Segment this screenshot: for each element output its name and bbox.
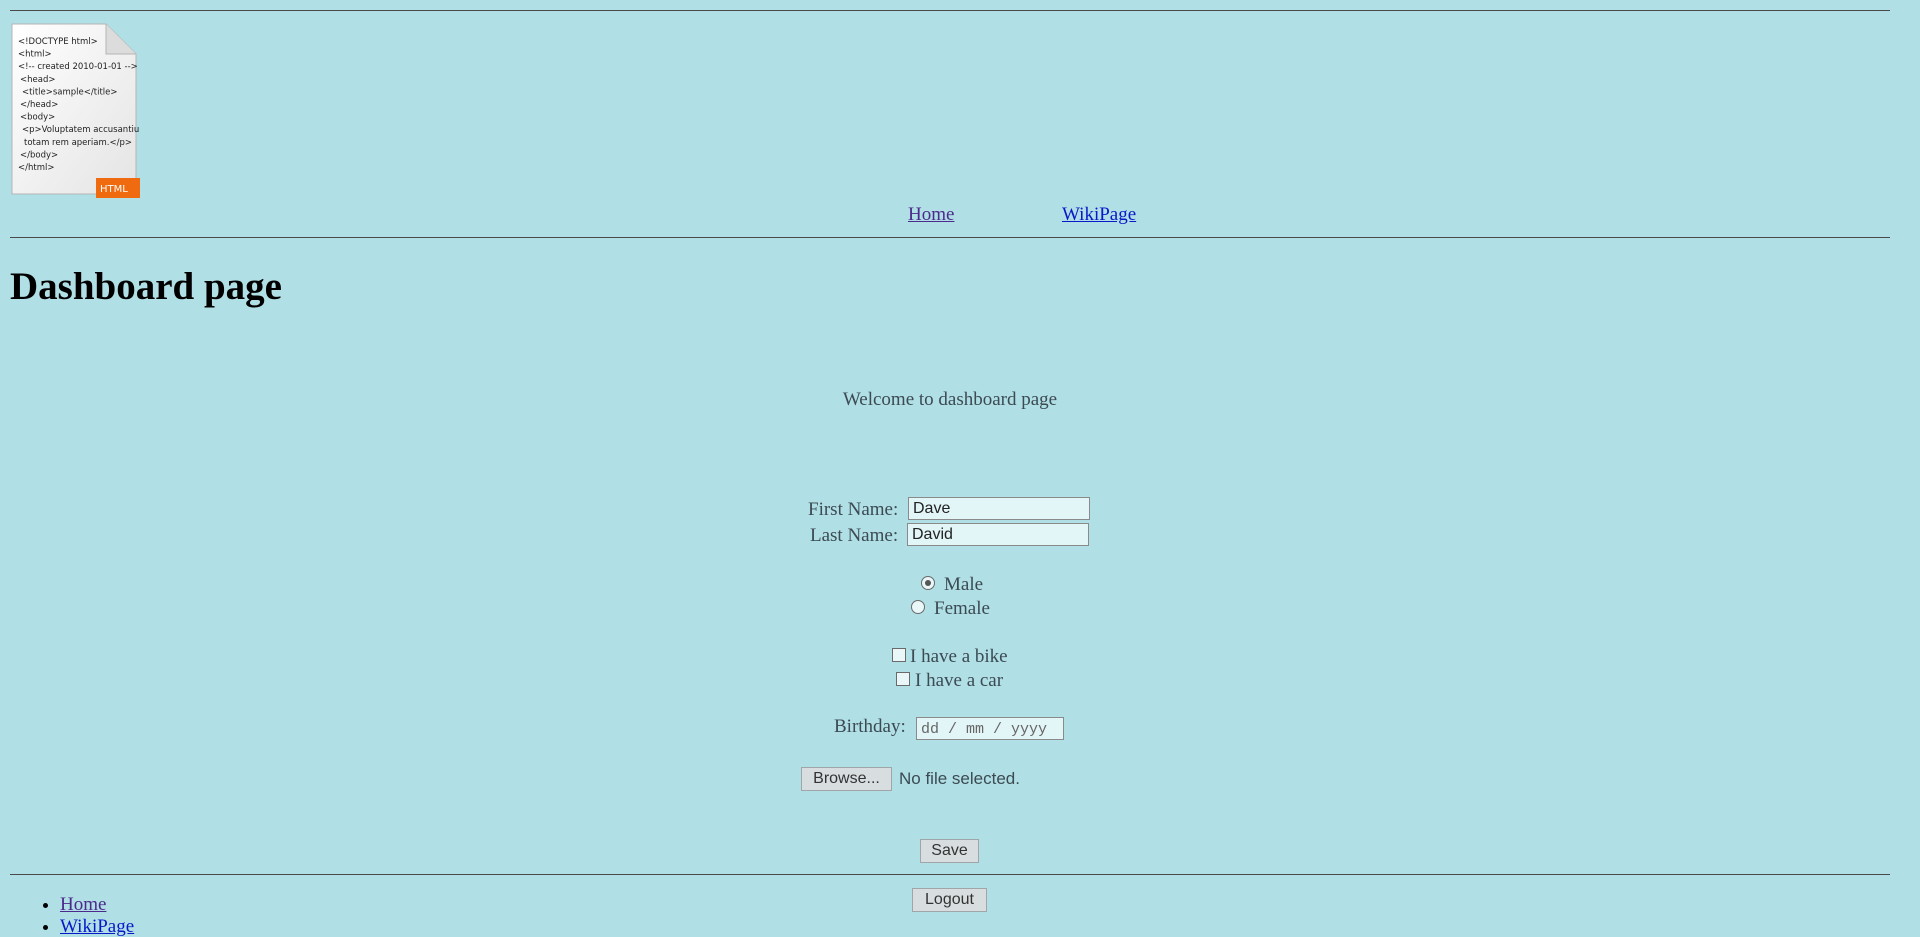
footer-home-link[interactable]: Home bbox=[60, 894, 106, 915]
logo-code-line: </html> bbox=[18, 163, 54, 173]
male-radio[interactable] bbox=[921, 576, 935, 590]
logo-code-line: <!-- created 2010-01-01 --> bbox=[18, 62, 138, 72]
footer-wikipage-link[interactable]: WikiPage bbox=[60, 916, 134, 937]
footer-list-item: WikiPage bbox=[60, 916, 134, 937]
top-divider bbox=[10, 10, 1890, 11]
logo-code-line: <title>sample</title> bbox=[22, 87, 118, 97]
page-title: Dashboard page bbox=[10, 265, 282, 308]
last-name-label: Last Name: bbox=[810, 525, 899, 546]
footer-link-list: Home WikiPage bbox=[20, 894, 134, 937]
female-label: Female bbox=[934, 598, 990, 619]
car-checkbox[interactable] bbox=[896, 672, 910, 686]
birthday-placeholder: dd / mm / yyyy bbox=[921, 721, 1048, 738]
logo-code-line: <html> bbox=[18, 50, 52, 60]
logo-code-line: <!DOCTYPE html> bbox=[18, 37, 98, 47]
female-radio[interactable] bbox=[911, 600, 925, 614]
birthday-label: Birthday: bbox=[834, 716, 906, 737]
birthday-input[interactable]: dd / mm / yyyy bbox=[916, 717, 1064, 740]
logo-code-line: </head> bbox=[20, 100, 58, 110]
first-name-input[interactable]: Dave bbox=[908, 497, 1090, 520]
logo-badge: HTML bbox=[100, 184, 128, 195]
logout-button[interactable]: Logout bbox=[912, 888, 987, 912]
first-name-label: First Name: bbox=[808, 499, 899, 520]
bike-label: I have a bike bbox=[910, 646, 1008, 667]
nav-wikipage-link[interactable]: WikiPage bbox=[1062, 204, 1136, 226]
html-file-logo: <!DOCTYPE html> <html> <!-- created 2010-0… bbox=[11, 23, 140, 198]
welcome-message: Welcome to dashboard page bbox=[842, 389, 1058, 410]
logo-code-line: <body> bbox=[20, 113, 55, 123]
logo-code-line: <p>Voluptatem accusantium bbox=[22, 125, 140, 135]
footer-divider bbox=[10, 874, 1890, 875]
nav-divider bbox=[10, 237, 1890, 238]
car-label: I have a car bbox=[915, 670, 1004, 691]
logo-code-line: totam rem aperiam.</p> bbox=[24, 138, 132, 148]
browse-button[interactable]: Browse... bbox=[801, 767, 892, 791]
save-button[interactable]: Save bbox=[920, 839, 979, 863]
logo-code-line: </body> bbox=[20, 150, 58, 160]
male-label: Male bbox=[944, 574, 984, 595]
page: <!DOCTYPE html> <html> <!-- created 2010-0… bbox=[0, 0, 1920, 937]
logo-code-line: <head> bbox=[20, 75, 55, 85]
footer-list-item: Home bbox=[60, 894, 134, 916]
bike-checkbox[interactable] bbox=[892, 648, 906, 662]
file-status-text: No file selected. bbox=[899, 769, 1020, 788]
nav-home-link[interactable]: Home bbox=[908, 204, 954, 226]
last-name-input[interactable]: David bbox=[907, 523, 1089, 546]
